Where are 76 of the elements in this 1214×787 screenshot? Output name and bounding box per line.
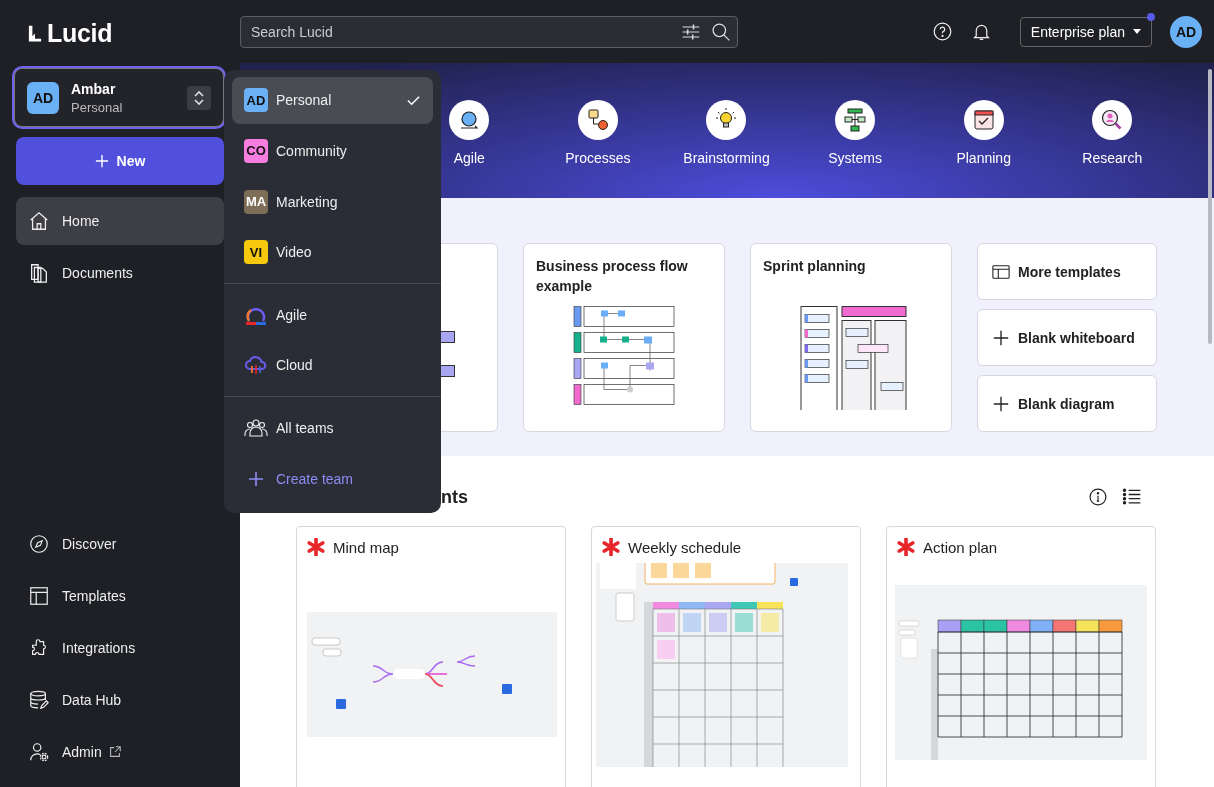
- category-button[interactable]: Systems: [790, 99, 920, 167]
- document-title: Weekly schedule: [628, 538, 742, 556]
- layout-icon: [28, 585, 50, 607]
- team-badge: AD: [244, 88, 268, 113]
- search-field[interactable]: Search Lucid: [240, 15, 738, 48]
- document-card[interactable]: Weekly schedule: [591, 526, 861, 787]
- team-badge: MA: [244, 189, 268, 214]
- nav-item[interactable]: Home: [16, 197, 224, 245]
- compass-icon: [28, 533, 50, 555]
- person-gear-icon: [28, 741, 50, 763]
- lucid-logo[interactable]: Lucid: [28, 18, 113, 48]
- home-icon: [28, 210, 50, 232]
- scrollbar[interactable]: [1208, 69, 1212, 344]
- nav-item[interactable]: Documents: [16, 249, 224, 297]
- plan-dropdown[interactable]: Enterprise plan: [1019, 16, 1152, 47]
- plus-icon: [94, 154, 109, 168]
- nav-item[interactable]: Data Hub: [16, 676, 224, 724]
- document-card[interactable]: Mind map: [296, 526, 566, 787]
- calendar-icon: [963, 100, 1004, 140]
- template-title: Business process flow example: [536, 257, 689, 296]
- team-item[interactable]: VI Video: [232, 228, 433, 276]
- document-title: Mind map: [333, 538, 399, 556]
- database-icon: [28, 689, 50, 711]
- chevron-icon: [187, 85, 211, 110]
- template-action-button[interactable]: Blank diagram: [977, 375, 1157, 432]
- plus-icon: [992, 394, 1010, 413]
- search-icon[interactable]: [711, 21, 731, 42]
- list-view-icon[interactable]: [1122, 487, 1142, 507]
- team-item[interactable]: CO Community: [232, 127, 433, 175]
- nav-item[interactable]: Discover: [16, 520, 224, 568]
- asterisk-icon: [897, 538, 915, 556]
- caret-icon: [1133, 29, 1141, 34]
- info-icon[interactable]: [1088, 487, 1108, 507]
- cycle-icon: [449, 100, 490, 140]
- lightbulb-icon: [706, 100, 747, 140]
- plus-icon: [992, 328, 1010, 347]
- documents-icon: [28, 262, 50, 284]
- nav-item[interactable]: Integrations: [16, 624, 224, 672]
- asterisk-icon: [602, 538, 620, 556]
- hierarchy-icon: [835, 100, 876, 140]
- template-card[interactable]: Business process flow example: [523, 243, 725, 432]
- template-title: Sprint planning: [763, 257, 867, 276]
- logo-icon: [28, 23, 42, 43]
- account-switcher[interactable]: AD Ambar Personal: [14, 68, 224, 127]
- category-button[interactable]: Research: [1047, 99, 1177, 167]
- nav-item[interactable]: Admin: [16, 728, 224, 776]
- template-action-button[interactable]: More templates: [977, 243, 1157, 300]
- app-item[interactable]: Agile: [232, 291, 433, 339]
- workspace-name: Personal: [71, 99, 124, 115]
- team-item[interactable]: AD Personal: [232, 77, 433, 124]
- person-search-icon: [1092, 100, 1133, 140]
- all-teams-item[interactable]: All teams: [232, 404, 433, 452]
- template-action-button[interactable]: Blank whiteboard: [977, 309, 1157, 366]
- section-heading: nts: [441, 486, 469, 508]
- team-item[interactable]: MA Marketing: [232, 178, 433, 225]
- template-card[interactable]: Sprint planning: [750, 243, 952, 432]
- avatar: AD: [27, 81, 59, 114]
- user-avatar[interactable]: AD: [1170, 15, 1202, 48]
- create-team-button[interactable]: Create team: [232, 455, 433, 502]
- category-button[interactable]: Processes: [533, 99, 663, 167]
- new-button[interactable]: New: [16, 137, 224, 185]
- category-button[interactable]: Brainstorming: [662, 99, 791, 167]
- asterisk-icon: [307, 538, 325, 556]
- help-icon[interactable]: [931, 21, 953, 42]
- external-link-icon: [107, 745, 122, 759]
- layout-icon: [992, 262, 1010, 281]
- document-card[interactable]: Action plan: [886, 526, 1156, 787]
- team-badge: CO: [244, 138, 268, 163]
- document-title: Action plan: [923, 538, 998, 556]
- account-name: Ambar: [71, 80, 117, 97]
- app-item[interactable]: Cloud: [232, 342, 433, 389]
- search-input[interactable]: Search Lucid: [249, 22, 671, 41]
- nav-item[interactable]: Templates: [16, 572, 224, 620]
- category-button[interactable]: Planning: [919, 99, 1048, 167]
- team-badge: VI: [244, 240, 268, 265]
- flowchart-icon: [577, 100, 618, 140]
